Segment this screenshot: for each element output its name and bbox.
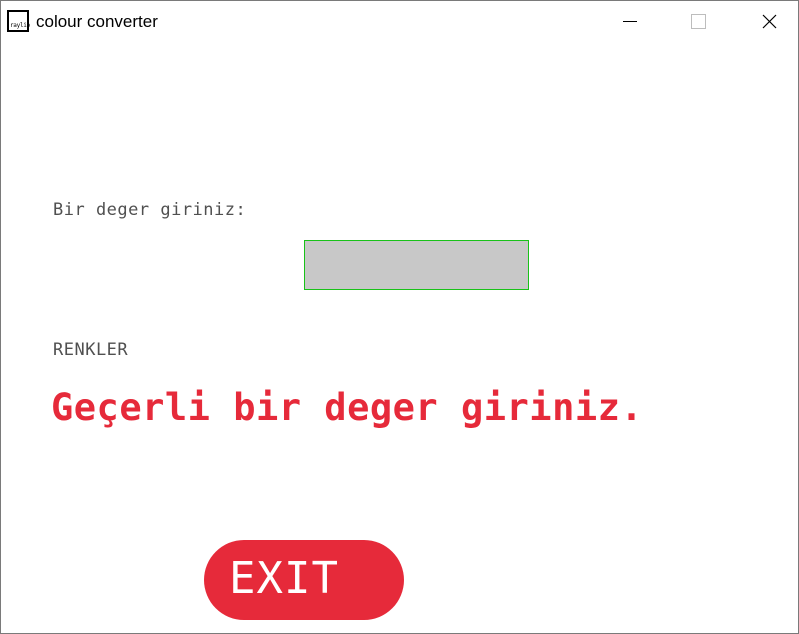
- app-window: raylib colour converter Bir deger girini…: [0, 0, 799, 634]
- exit-button[interactable]: EXIT: [204, 540, 404, 620]
- title-bar[interactable]: raylib colour converter: [1, 1, 798, 43]
- minimize-button[interactable]: [606, 1, 652, 43]
- exit-button-label: EXIT: [229, 553, 339, 604]
- raylib-icon-text: raylib: [10, 22, 30, 29]
- value-prompt-label: Bir deger giriniz:: [53, 200, 247, 220]
- minimize-icon: [623, 21, 637, 22]
- maximize-icon: [691, 14, 706, 29]
- raylib-icon: raylib: [7, 10, 30, 32]
- value-input[interactable]: [304, 240, 529, 290]
- colors-heading: RENKLER: [53, 340, 129, 360]
- close-icon: [762, 14, 777, 29]
- window-title: colour converter: [36, 12, 158, 31]
- maximize-button[interactable]: [675, 1, 721, 43]
- close-button[interactable]: [745, 1, 791, 43]
- validation-error-message: Geçerli bir deger giriniz.: [51, 386, 644, 429]
